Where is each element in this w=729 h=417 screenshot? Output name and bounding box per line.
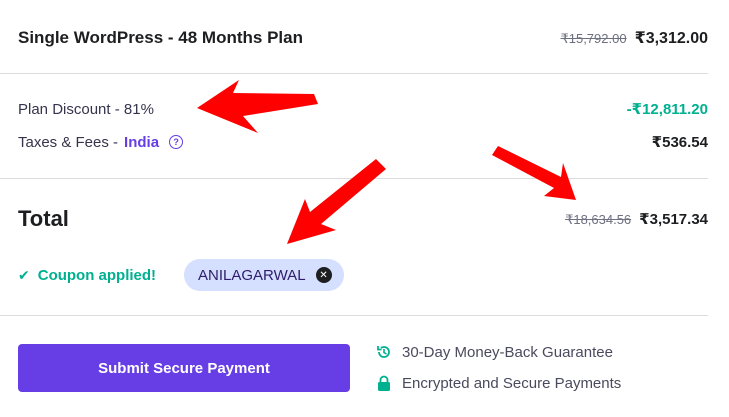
arrow-coupon <box>287 159 386 244</box>
arrow-total-price <box>492 146 576 200</box>
annotation-arrows <box>197 80 576 244</box>
arrow-discount <box>197 80 318 133</box>
